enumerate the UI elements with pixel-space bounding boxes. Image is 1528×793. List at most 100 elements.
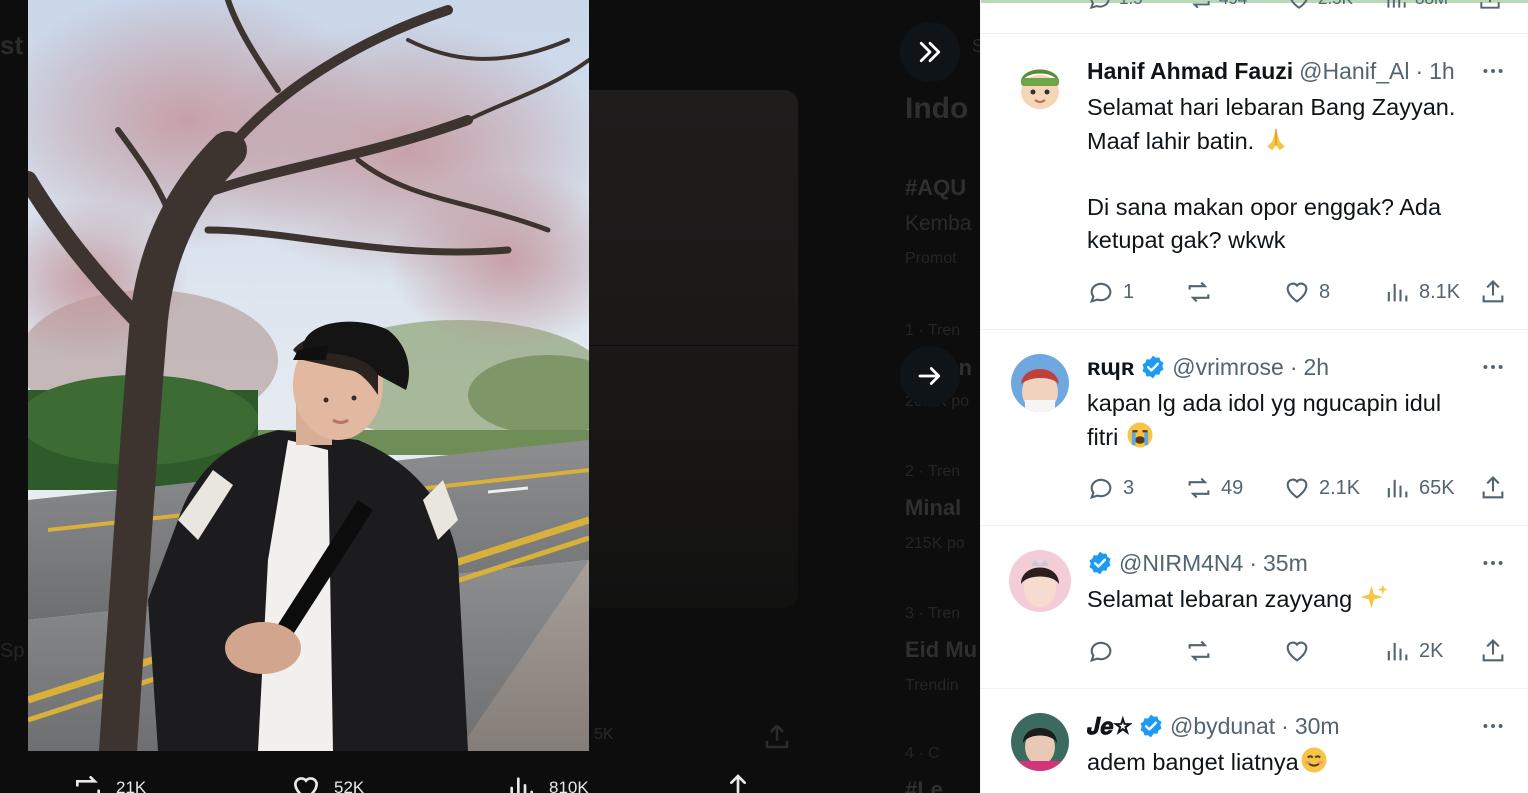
like-stat[interactable]: 2.5K (1286, 0, 1353, 12)
background-count: 5K (594, 726, 614, 743)
reply-count: 1 (1123, 280, 1135, 303)
media-viewer-screen: st Sp 5K Indo #AQU Kemba Promot 1 · Tren… (0, 0, 1528, 793)
trend-meta: Promot (905, 250, 957, 267)
reply-post[interactable]: Hanif Ahmad Fauzi @Hanif_Al · 1h Selamat… (981, 34, 1528, 330)
share-action[interactable] (722, 772, 754, 793)
more-options-button[interactable] (1477, 352, 1509, 382)
avatar[interactable] (1011, 354, 1069, 412)
more-options-button[interactable] (1477, 711, 1509, 741)
user-handle[interactable]: @NIRM4N4 (1119, 550, 1243, 577)
heart-icon (1286, 641, 1308, 662)
display-name[interactable]: Hanif Ahmad Fauzi (1087, 58, 1293, 85)
like-stat[interactable]: 2.1K (1283, 472, 1360, 504)
background-left-fragment: st (0, 30, 24, 60)
reply-icon (1089, 641, 1112, 662)
display-name[interactable]: 𝑱𝒆☆ (1087, 713, 1132, 740)
reply-icon (1089, 282, 1112, 303)
repost-icon (1188, 477, 1210, 499)
repost-action[interactable]: 21K (72, 772, 146, 793)
more-dots-icon (1483, 724, 1503, 728)
reply-header: 𝑱𝒆☆ @bydunat · 30m (1087, 711, 1509, 741)
views-count: 810K (549, 778, 589, 793)
post-time[interactable]: 30m (1295, 713, 1340, 740)
repost-stat[interactable]: 49 (1185, 472, 1243, 504)
like-action[interactable]: 52K (290, 772, 364, 793)
reply-post[interactable]: 𝑱𝒆☆ @bydunat · 30m adem banget liatnya (981, 689, 1528, 793)
reply-text-part: Selamat lebaran zayyang (1087, 586, 1359, 612)
reply-post[interactable]: @NIRM4N4 · 35m Selamat lebaran zayyang 2… (981, 526, 1528, 689)
share-stat[interactable] (1479, 635, 1507, 667)
share-stat[interactable] (1479, 276, 1507, 308)
avatar[interactable] (1011, 58, 1069, 116)
user-handle[interactable]: @Hanif_Al (1299, 58, 1409, 85)
like-count: 52K (334, 778, 365, 793)
avatar[interactable] (1011, 713, 1069, 771)
more-dots-icon (1483, 365, 1503, 369)
views-icon (1387, 283, 1408, 302)
views-action[interactable]: 810K (505, 772, 589, 793)
photo-avatar (1009, 550, 1071, 612)
reply-icon (1089, 478, 1112, 499)
reply-header: Hanif Ahmad Fauzi @Hanif_Al · 1h (1087, 56, 1509, 86)
reply-stat[interactable]: 3 (1087, 472, 1134, 504)
trend-posts: Trendin (905, 677, 959, 694)
share-icon (1482, 639, 1504, 662)
cartoon-avatar (1011, 58, 1069, 116)
verified-badge-icon (1140, 714, 1162, 738)
more-options-button[interactable] (1477, 56, 1509, 86)
share-stat[interactable] (1479, 472, 1507, 504)
repost-stat[interactable] (1185, 635, 1213, 667)
trend-meta: 3 · Tren (905, 605, 961, 622)
repost-count: 49 (1221, 476, 1244, 499)
background-header-fragment: S (972, 36, 980, 56)
reply-stats: 3 49 2.1K 65K (1087, 472, 1507, 504)
repost-stat[interactable]: 494 (1187, 0, 1247, 12)
share-stat[interactable] (1477, 0, 1503, 12)
display-name[interactable]: ʀɰʀ (1087, 354, 1134, 381)
views-stat[interactable]: 8.1K (1383, 276, 1460, 308)
trend-meta: 1 · Tren (905, 322, 961, 339)
reply-header: @NIRM4N4 · 35m (1087, 548, 1509, 578)
original-post-stats: 1.5 494 2.5K 88M (981, 0, 1528, 34)
separator-dot: · (1281, 712, 1289, 739)
more-dots-icon (1483, 69, 1503, 73)
post-time[interactable]: 2h (1304, 354, 1330, 381)
reply-stats: 2K (1087, 635, 1507, 667)
repost-count: 21K (116, 778, 147, 793)
views-icon (1387, 0, 1406, 8)
replies-panel: 1.5 494 2.5K 88M (980, 0, 1528, 793)
like-stat[interactable]: 8 (1283, 276, 1330, 308)
reply-stats: 1 8 8.1K (1087, 276, 1507, 308)
reply-post[interactable]: ʀɰʀ @vrimrose · 2h kapan lg ada idol yg … (981, 330, 1528, 526)
views-count: 8.1K (1419, 280, 1461, 303)
avatar[interactable] (1009, 550, 1071, 612)
like-stat[interactable] (1283, 635, 1311, 667)
media-photo[interactable] (28, 0, 589, 751)
views-stat[interactable]: 88M (1383, 0, 1448, 12)
views-stat[interactable]: 2K (1383, 635, 1443, 667)
post-time[interactable]: 1h (1429, 58, 1455, 85)
trend-title: Minal (905, 495, 962, 520)
trend-hashtag: #AQU (905, 175, 967, 200)
views-icon (1387, 642, 1408, 661)
repost-icon (1188, 640, 1210, 662)
separator-dot: · (1249, 549, 1257, 576)
user-handle[interactable]: @vrimrose (1172, 354, 1284, 381)
more-options-button[interactable] (1477, 548, 1509, 578)
reply-icon (1089, 0, 1110, 10)
share-icon (1480, 0, 1500, 9)
repost-icon (76, 776, 100, 793)
reply-stat[interactable]: 1.5 (1087, 0, 1143, 12)
next-media-button[interactable] (900, 346, 960, 406)
user-handle[interactable]: @bydunat (1170, 713, 1275, 740)
repost-stat[interactable] (1185, 276, 1221, 308)
views-stat[interactable]: 65K (1383, 472, 1455, 504)
reply-stat[interactable]: 1 (1087, 276, 1134, 308)
like-count: 8 (1319, 280, 1331, 303)
expand-button[interactable] (900, 22, 960, 82)
folded-hands-icon (1266, 129, 1285, 151)
post-time[interactable]: 35m (1263, 550, 1308, 577)
reply-stat[interactable] (1087, 635, 1115, 667)
views-count: 65K (1419, 476, 1455, 499)
photo-illustration (28, 0, 589, 751)
